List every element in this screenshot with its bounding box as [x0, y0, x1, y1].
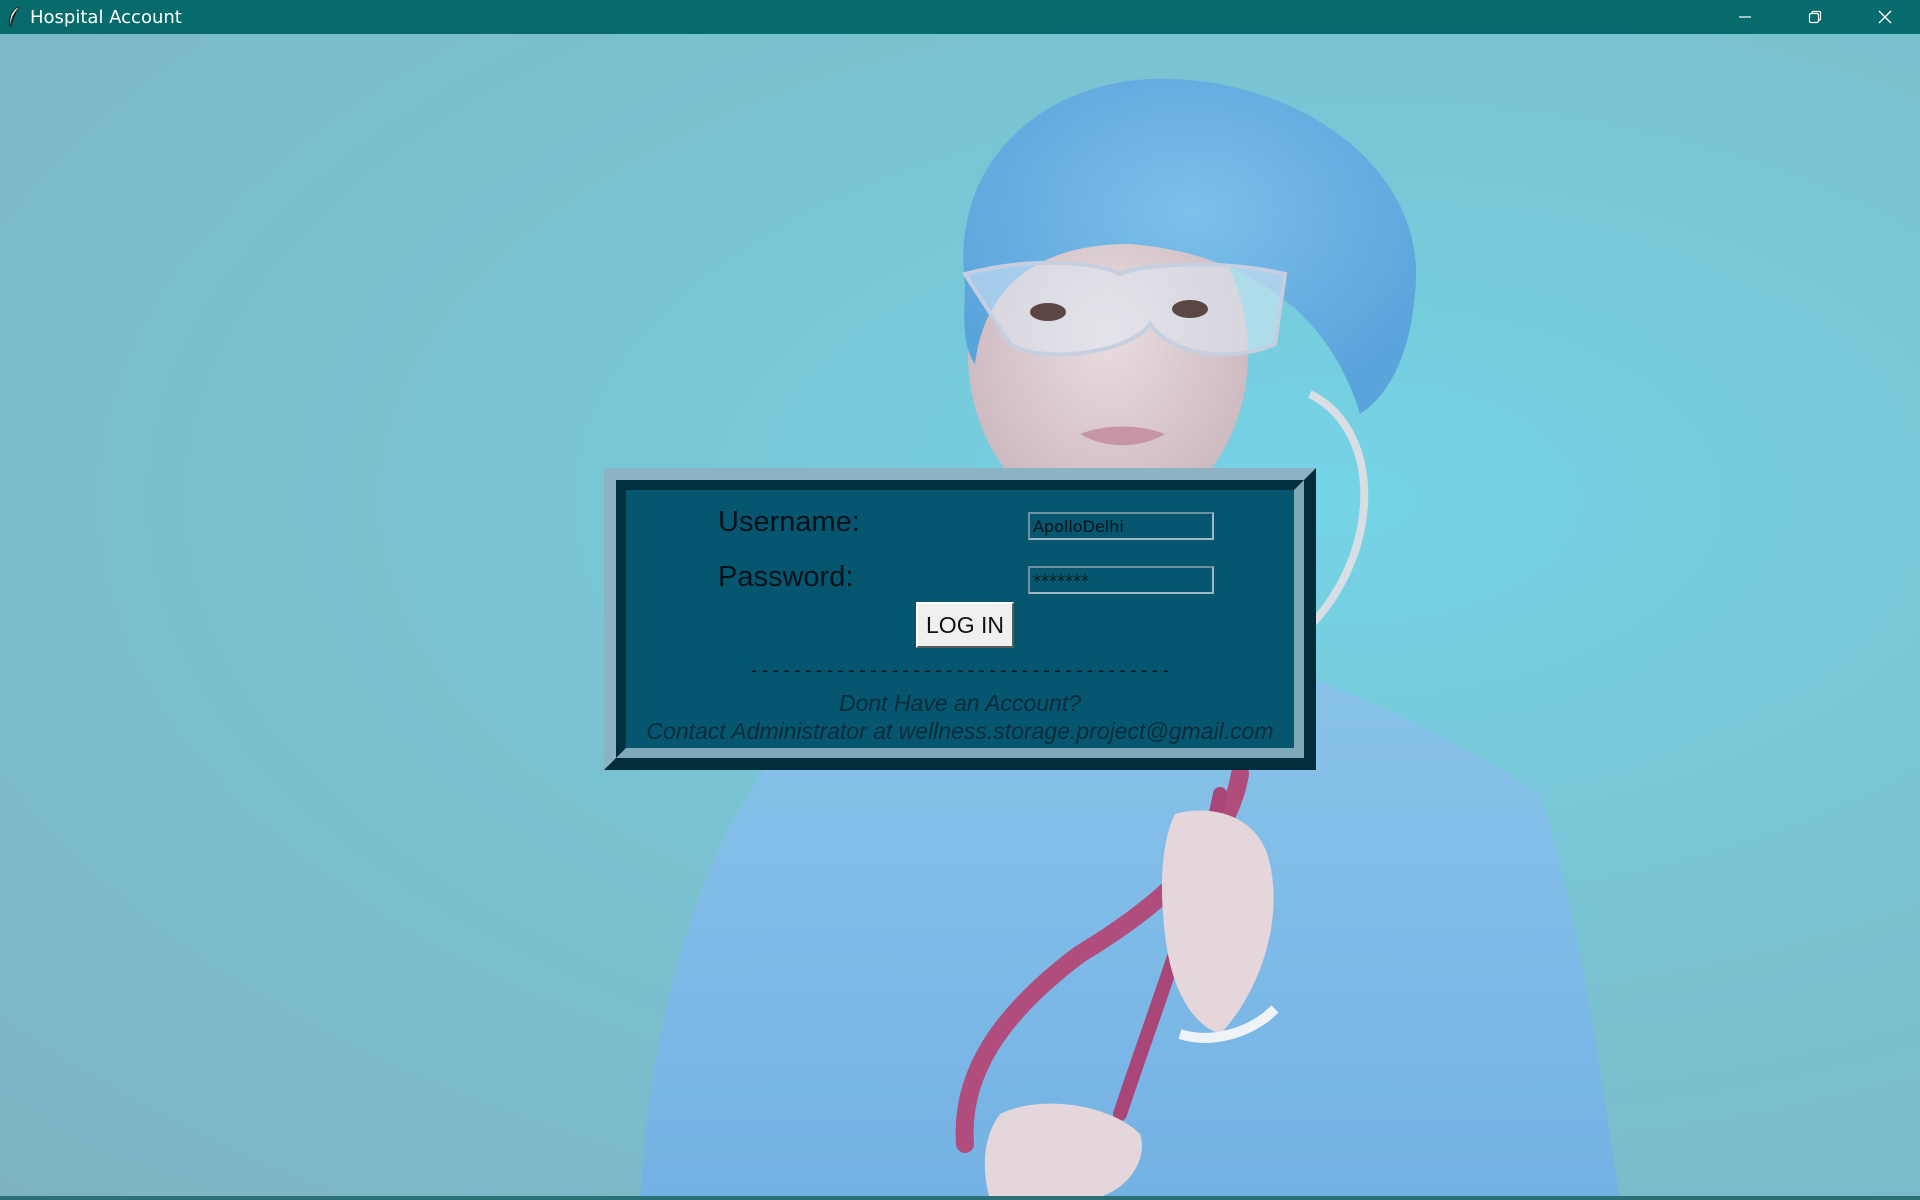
username-label: Username: — [718, 506, 860, 538]
username-input[interactable] — [1028, 512, 1214, 540]
restore-icon — [1808, 10, 1822, 24]
login-panel: Username: Password: LOG IN -------------… — [604, 468, 1316, 770]
minimize-button[interactable] — [1710, 0, 1780, 34]
close-button[interactable] — [1850, 0, 1920, 34]
password-label: Password: — [718, 561, 854, 593]
app-window: Hospital Account Username: ApolloDelhi P… — [0, 0, 1920, 1200]
title-bar[interactable]: Hospital Account — [0, 0, 1920, 34]
window-title: Hospital Account — [30, 6, 182, 28]
window-controls — [1710, 0, 1920, 34]
login-panel-inner: Username: Password: LOG IN -------------… — [616, 480, 1304, 758]
divider-line: --------------------------------------- — [748, 660, 1172, 681]
password-input[interactable] — [1028, 566, 1214, 594]
feather-icon — [6, 6, 22, 28]
restore-button[interactable] — [1780, 0, 1850, 34]
close-icon — [1878, 10, 1892, 24]
window-bottom-edge — [0, 1196, 1920, 1200]
login-button[interactable]: LOG IN — [916, 602, 1014, 648]
minimize-icon — [1739, 16, 1751, 18]
no-account-text: Dont Have an Account? — [838, 690, 1082, 716]
contact-admin-text: Contact Administrator at wellness.storag… — [646, 718, 1274, 744]
